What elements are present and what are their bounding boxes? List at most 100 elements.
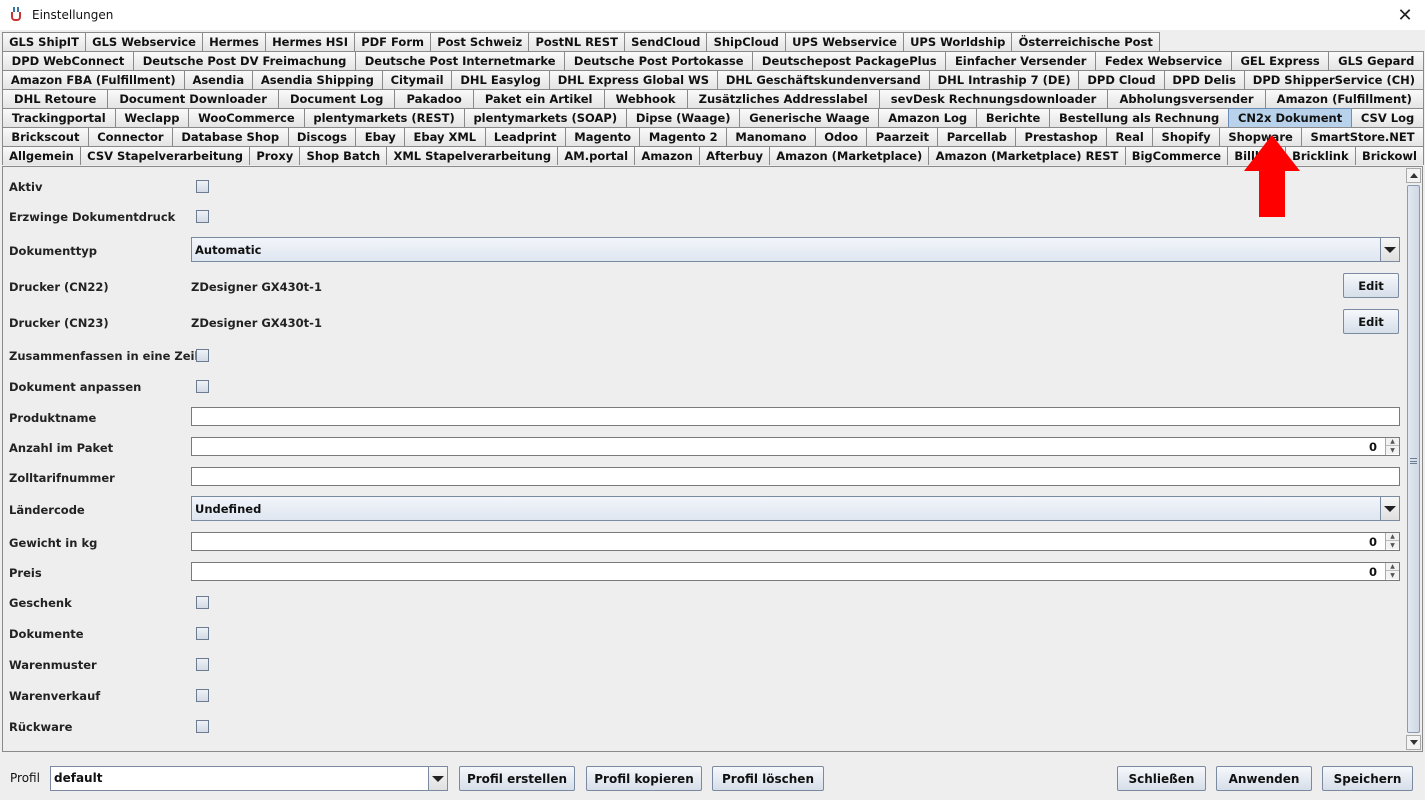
tab[interactable]: Hermes HSI — [264, 32, 356, 51]
tab[interactable]: Leadprint — [484, 127, 566, 146]
dokument-anpassen-checkbox[interactable] — [196, 380, 209, 393]
spin-down-icon[interactable]: ▼ — [1386, 446, 1399, 454]
tab[interactable]: GLS Gepard — [1328, 51, 1424, 70]
tab[interactable]: Real — [1106, 127, 1154, 146]
tab[interactable]: Weclapp — [114, 108, 190, 127]
profil-loeschen-button[interactable]: Profil löschen — [712, 766, 824, 791]
tab[interactable]: XML Stapelverarbeitung — [386, 146, 559, 165]
tab[interactable]: Asendia — [183, 70, 253, 89]
tab[interactable]: SmartStore.NET — [1301, 127, 1424, 146]
profil-erstellen-button[interactable]: Profil erstellen — [459, 766, 575, 791]
rueckware-checkbox[interactable] — [196, 720, 209, 733]
close-window-button[interactable]: ✕ — [1393, 3, 1417, 27]
tab[interactable]: Allgemein — [2, 146, 82, 165]
spin-up-icon[interactable]: ▲ — [1386, 533, 1399, 541]
tab[interactable]: Paket ein Artikel — [472, 89, 605, 108]
spin-up-icon[interactable]: ▲ — [1386, 563, 1399, 571]
scroll-down-icon[interactable] — [1406, 735, 1421, 750]
tab[interactable]: Amazon Log — [878, 108, 978, 127]
tab[interactable]: Paarzeit — [866, 127, 939, 146]
scrollbar-thumb[interactable] — [1407, 185, 1420, 733]
tab[interactable]: Amazon (Fulfillment) — [1264, 89, 1424, 108]
tab[interactable]: DHL Retoure — [2, 89, 109, 108]
tab[interactable]: AM.portal — [557, 146, 636, 165]
tab[interactable]: Webhook — [603, 89, 688, 108]
tab[interactable]: Deutsche Post DV Freimachung — [133, 51, 357, 70]
tab[interactable]: plentymarkets (REST) — [303, 108, 465, 127]
profil-select[interactable]: default — [50, 766, 448, 791]
tab[interactable]: Fedex Webservice — [1095, 51, 1232, 70]
tab[interactable]: DPD ShipperService (CH) — [1243, 70, 1424, 89]
tab[interactable]: Abholungsversender — [1107, 89, 1266, 108]
tab[interactable]: UPS Webservice — [785, 32, 904, 51]
chevron-down-icon[interactable] — [1380, 238, 1399, 261]
vertical-scrollbar[interactable] — [1406, 168, 1421, 750]
tab[interactable]: DHL Geschäftskundenversand — [716, 70, 930, 89]
tab[interactable]: Document Log — [277, 89, 396, 108]
tab[interactable]: Zusätzliches Addresslabel — [686, 89, 880, 108]
tab[interactable]: Pakadoo — [394, 89, 474, 108]
tab[interactable]: Bestellung als Rechnung — [1049, 108, 1230, 127]
tab[interactable]: Connector — [87, 127, 173, 146]
tab-active[interactable]: CN2x Dokument — [1228, 108, 1353, 127]
tab[interactable]: Deutsche Post Portokasse — [564, 51, 754, 70]
tab[interactable]: Brickowl — [1354, 146, 1425, 165]
tab[interactable]: Hermes — [202, 32, 266, 51]
tab[interactable]: Shop Batch — [299, 146, 388, 165]
tab[interactable]: Parcellab — [937, 127, 1017, 146]
tab[interactable]: Ebay — [355, 127, 406, 146]
tab[interactable]: WooCommerce — [188, 108, 305, 127]
tab[interactable]: Discogs — [287, 127, 357, 146]
tab[interactable]: Deutschepost PackagePlus — [752, 51, 947, 70]
tab[interactable]: GEL Express — [1230, 51, 1330, 70]
tab[interactable]: Magento 2 — [639, 127, 728, 146]
laendercode-select[interactable]: Undefined — [191, 496, 1400, 521]
tab[interactable]: Generische Waage — [739, 108, 880, 127]
tab[interactable]: BigCommerce — [1124, 146, 1229, 165]
tab[interactable]: Post Schweiz — [430, 32, 530, 51]
chevron-down-icon[interactable] — [428, 767, 447, 790]
geschenk-checkbox[interactable] — [196, 596, 209, 609]
edit-drucker-cn23-button[interactable]: Edit — [1343, 309, 1399, 334]
warenverkauf-checkbox[interactable] — [196, 689, 209, 702]
scroll-up-icon[interactable] — [1406, 168, 1421, 183]
tab[interactable]: Magento — [564, 127, 641, 146]
tab[interactable]: Dipse (Waage) — [625, 108, 741, 127]
tab[interactable]: DHL Easylog — [451, 70, 550, 89]
tab[interactable]: Einfacher Versender — [945, 51, 1097, 70]
tab[interactable]: CSV Stapelverarbeitung — [80, 146, 251, 165]
tab[interactable]: DHL Express Global WS — [548, 70, 718, 89]
tab[interactable]: PostNL REST — [528, 32, 626, 51]
tab[interactable]: SendCloud — [624, 32, 708, 51]
tab[interactable]: Berichte — [976, 108, 1051, 127]
tab[interactable]: Database Shop — [171, 127, 289, 146]
tab[interactable]: GLS ShipIT — [2, 32, 87, 51]
tab[interactable]: Document Downloader — [107, 89, 279, 108]
zolltarifnummer-input[interactable] — [191, 467, 1400, 486]
tab[interactable]: Prestashop — [1015, 127, 1108, 146]
tab[interactable]: Trackingportal — [2, 108, 116, 127]
tab[interactable]: DPD Cloud — [1078, 70, 1165, 89]
produktname-input[interactable] — [191, 407, 1400, 426]
chevron-down-icon[interactable] — [1380, 497, 1399, 520]
speichern-button[interactable]: Speichern — [1322, 766, 1413, 791]
anzahl-im-paket-spinner[interactable]: 0 ▲ ▼ — [191, 437, 1400, 456]
tab[interactable]: DPD Delis — [1163, 70, 1245, 89]
tab[interactable]: plentymarkets (SOAP) — [463, 108, 627, 127]
anwenden-button[interactable]: Anwenden — [1216, 766, 1312, 791]
tab[interactable]: CSV Log — [1351, 108, 1425, 127]
tab[interactable]: Asendia Shipping — [252, 70, 383, 89]
tab[interactable]: Citymail — [381, 70, 453, 89]
tab[interactable]: Proxy — [249, 146, 301, 165]
dokumente-checkbox[interactable] — [196, 627, 209, 640]
erzwinge-dokumentdruck-checkbox[interactable] — [196, 210, 209, 223]
tab[interactable]: Ebay XML — [404, 127, 486, 146]
tab[interactable]: UPS Worldship — [902, 32, 1013, 51]
tab[interactable]: sevDesk Rechnungsdownloader — [878, 89, 1109, 108]
tab[interactable]: Deutsche Post Internetmarke — [355, 51, 566, 70]
profil-kopieren-button[interactable]: Profil kopieren — [586, 766, 702, 791]
preis-spinner[interactable]: 0 ▲ ▼ — [191, 562, 1400, 581]
spin-down-icon[interactable]: ▼ — [1386, 541, 1399, 549]
dokumenttyp-select[interactable]: Automatic — [191, 237, 1400, 262]
tab[interactable]: Brickscout — [2, 127, 89, 146]
